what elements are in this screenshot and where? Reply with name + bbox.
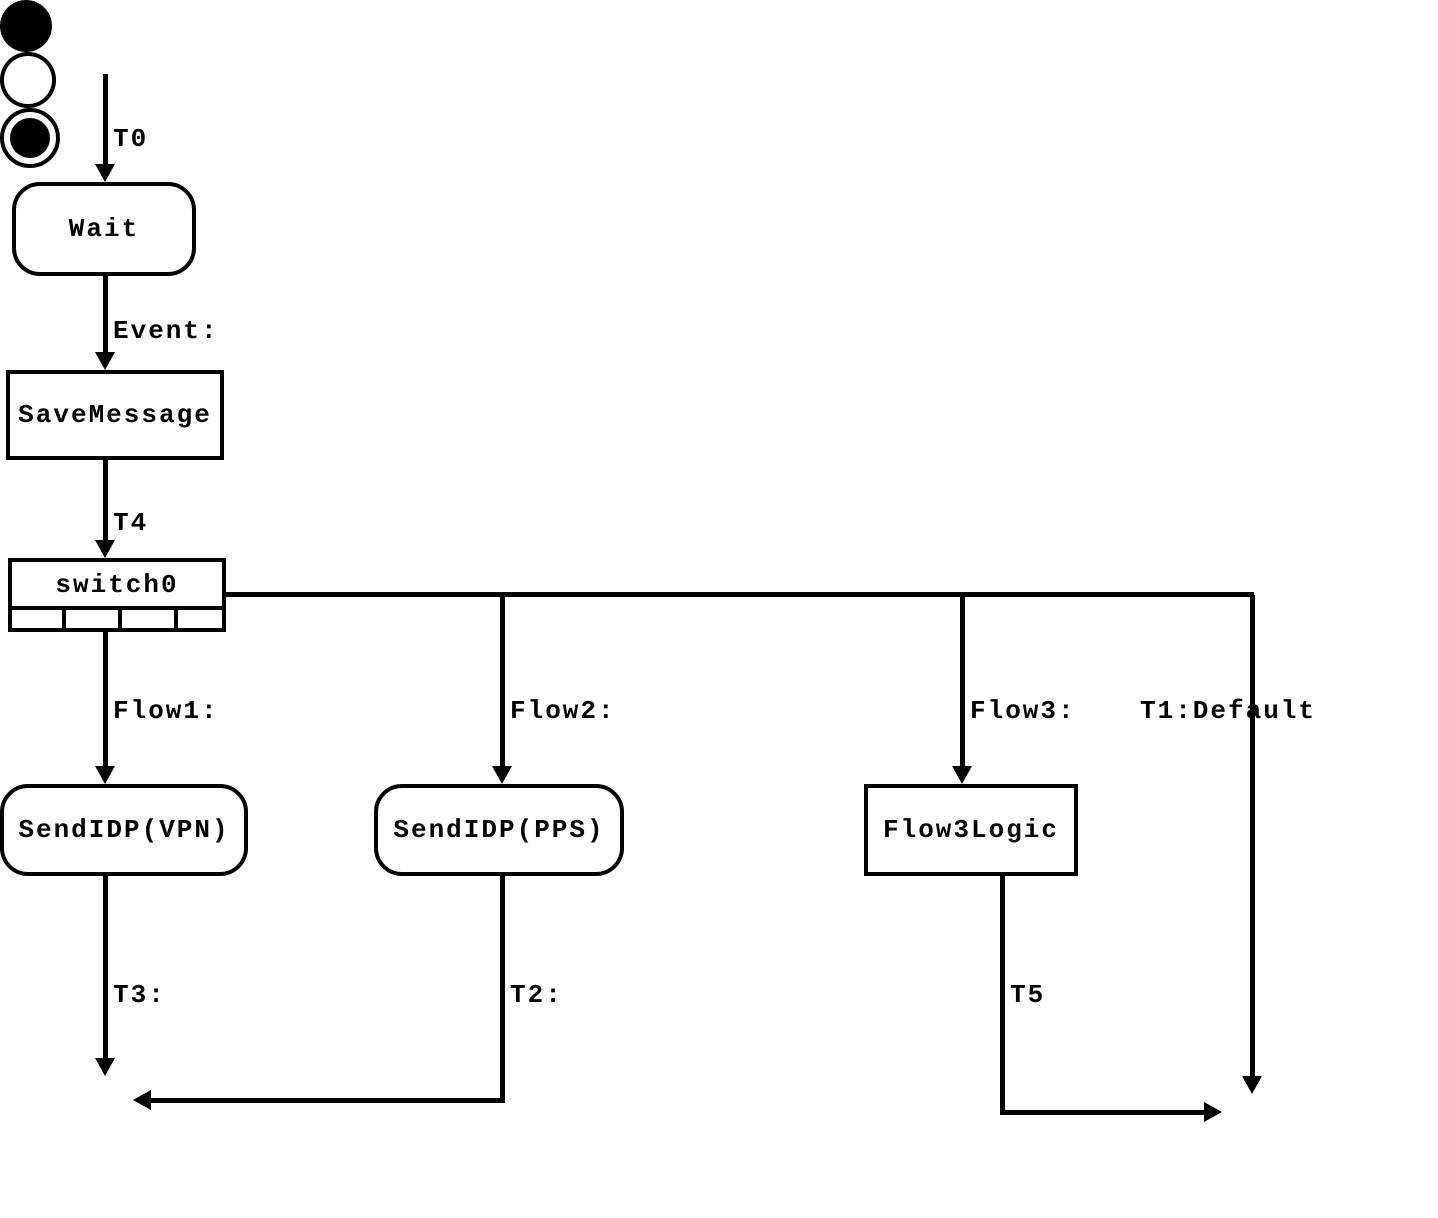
edge-flow3-line xyxy=(960,595,965,768)
edge-event-arrowhead xyxy=(95,352,115,370)
edge-t3-line xyxy=(103,876,108,1060)
start-node xyxy=(0,0,52,52)
edge-t2-label: T2: xyxy=(510,980,563,1010)
final-node xyxy=(0,108,60,168)
send-idp-vpn-node: SendIDP(VPN) xyxy=(0,784,248,876)
wait-label: Wait xyxy=(69,214,139,244)
edge-t4-arrowhead xyxy=(95,540,115,558)
edge-t5-label: T5 xyxy=(1010,980,1045,1010)
send-idp-vpn-label: SendIDP(VPN) xyxy=(18,815,229,845)
final-node-inner xyxy=(10,118,50,158)
edge-flow2-arrowhead xyxy=(492,766,512,784)
edge-t2-vline xyxy=(500,876,505,1100)
switch0-div1 xyxy=(62,606,66,628)
switch0-hline xyxy=(12,606,222,610)
save-message-node: SaveMessage xyxy=(6,370,224,460)
edge-event-label: Event: xyxy=(113,316,219,346)
merge-node xyxy=(0,52,56,108)
edge-flow1-line xyxy=(103,632,108,768)
flow3logic-label: Flow3Logic xyxy=(883,815,1059,845)
edge-t4-line xyxy=(103,460,108,542)
flow3logic-node: Flow3Logic xyxy=(864,784,1078,876)
edge-t3-arrowhead xyxy=(95,1058,115,1076)
edge-flow1-arrowhead xyxy=(95,766,115,784)
edge-t5-arrowhead xyxy=(1204,1102,1222,1122)
edge-t0-arrowhead xyxy=(95,164,115,182)
edge-t4-label: T4 xyxy=(113,508,148,538)
edge-flow2-label: Flow2: xyxy=(510,696,616,726)
edge-t1-line xyxy=(1250,595,1255,1078)
send-idp-pps-label: SendIDP(PPS) xyxy=(393,815,604,845)
edge-t0-label: T0 xyxy=(113,124,148,154)
switch0-node: switch0 xyxy=(8,558,226,632)
wait-node: Wait xyxy=(12,182,196,276)
switch0-div3 xyxy=(174,606,178,628)
edge-flow3-arrowhead xyxy=(952,766,972,784)
edge-t0-line xyxy=(103,74,108,166)
edge-flow2-line xyxy=(500,595,505,768)
edge-event-line xyxy=(103,276,108,354)
edge-t2-hline xyxy=(150,1098,505,1103)
switch0-hout xyxy=(226,592,1254,597)
edge-t5-vline xyxy=(1000,876,1005,1112)
switch0-div2 xyxy=(118,606,122,628)
edge-flow3-label: Flow3: xyxy=(970,696,1076,726)
edge-t1-arrowhead xyxy=(1242,1076,1262,1094)
edge-t3-label: T3: xyxy=(113,980,166,1010)
edge-t1-label: T1:Default xyxy=(1140,696,1316,726)
edge-t2-arrowhead xyxy=(133,1090,151,1110)
send-idp-pps-node: SendIDP(PPS) xyxy=(374,784,624,876)
switch0-label: switch0 xyxy=(55,570,178,600)
edge-t5-hline xyxy=(1000,1110,1206,1115)
save-message-label: SaveMessage xyxy=(18,400,212,430)
edge-flow1-label: Flow1: xyxy=(113,696,219,726)
